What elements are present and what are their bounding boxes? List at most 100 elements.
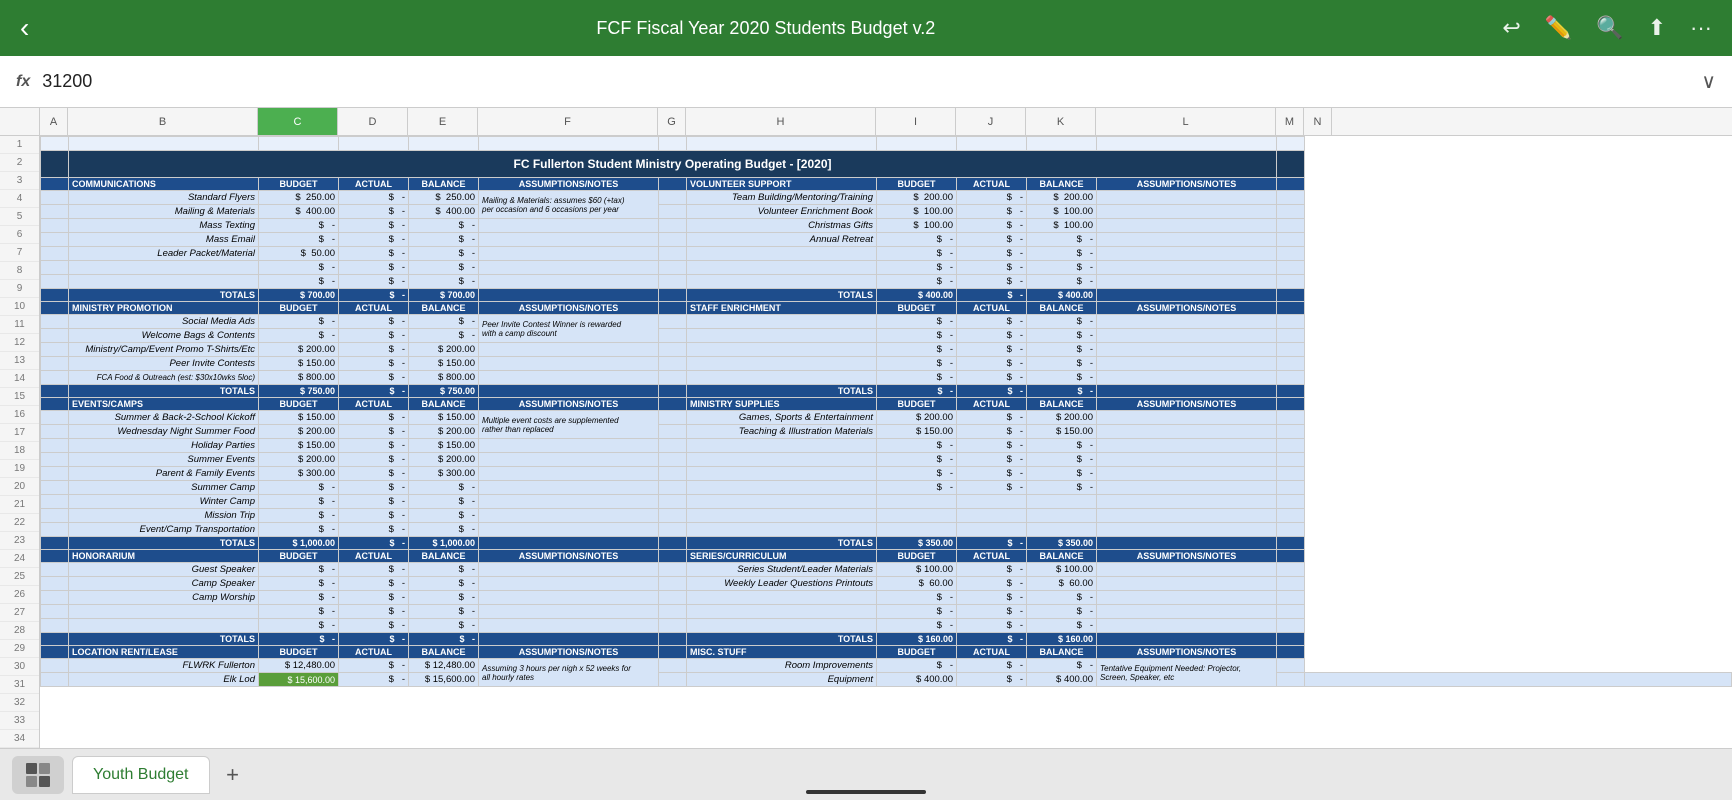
col-header-g[interactable]: G xyxy=(658,108,686,135)
row-num-13: 13 xyxy=(0,352,39,370)
formula-bar: fx 31200 ∨ xyxy=(0,56,1732,108)
comm-total-budget: $ 700.00 xyxy=(259,289,339,302)
row-num-4: 4 xyxy=(0,190,39,208)
vol-item-3: Christmas Gifts xyxy=(687,219,877,233)
row-num-30: 30 xyxy=(0,658,39,676)
row-12: MINISTRY PROMOTION BUDGET ACTUAL BALANCE… xyxy=(41,302,1732,315)
row-num-8: 8 xyxy=(0,262,39,280)
minsup-header: MINISTRY SUPPLIES xyxy=(687,398,877,411)
row-num-12: 12 xyxy=(0,334,39,352)
row-37: LOCATION RENT/LEASE BUDGET ACTUAL BALANC… xyxy=(41,646,1732,659)
row-30: HONORARIUM BUDGET ACTUAL BALANCE ASSUMPT… xyxy=(41,550,1732,563)
comm-total-balance: $ 700.00 xyxy=(409,289,479,302)
col-header-i[interactable]: I xyxy=(876,108,956,135)
col-header-d[interactable]: D xyxy=(338,108,408,135)
col-header-c[interactable]: C xyxy=(258,108,338,135)
add-sheet-button[interactable]: + xyxy=(214,756,252,794)
row-num-26: 26 xyxy=(0,586,39,604)
comm-item-2: Mailing & Materials xyxy=(69,205,259,219)
back-button[interactable]: ‹ xyxy=(20,12,29,44)
col-header-b[interactable]: B xyxy=(68,108,258,135)
row-21: Wednesday Night Summer Food $ 200.00 $ -… xyxy=(41,425,1732,439)
youth-budget-tab[interactable]: Youth Budget xyxy=(72,756,210,794)
sheets-overview-icon[interactable] xyxy=(12,756,64,794)
row-32: Camp Speaker $ - $ - $ - Weekly Leader Q… xyxy=(41,577,1732,591)
row-num-11: 11 xyxy=(0,316,39,334)
formula-chevron-icon[interactable]: ∨ xyxy=(1701,69,1716,94)
row-31: Guest Speaker $ - $ - $ - Series Student… xyxy=(41,563,1732,577)
row-num-19: 19 xyxy=(0,460,39,478)
row-num-16: 16 xyxy=(0,406,39,424)
row-22: Holiday Parties $ 150.00 $ - $ 150.00 $ … xyxy=(41,439,1732,453)
vol-total-balance: $ 400.00 xyxy=(1027,289,1097,302)
row-23: Summer Events $ 200.00 $ - $ 200.00 $ - … xyxy=(41,453,1732,467)
search-icon[interactable]: 🔍 xyxy=(1596,15,1623,41)
comm-total-actual: $ - xyxy=(339,289,409,302)
row-num-3: 3 xyxy=(0,172,39,190)
col-header-k[interactable]: K xyxy=(1026,108,1096,135)
column-headers: A B C D E F G H I J K L M N xyxy=(0,108,1732,136)
top-bar-right: ↩ ✏️ 🔍 ⬆ ··· xyxy=(1502,15,1712,41)
row-num-9: 9 xyxy=(0,280,39,298)
fx-label: fx xyxy=(16,73,30,91)
vol-actual-header: ACTUAL xyxy=(957,178,1027,191)
comm-totals-label: TOTALS xyxy=(69,289,259,302)
vol-balance-header: BALANCE xyxy=(1027,178,1097,191)
sheet-content[interactable]: FC Fullerton Student Ministry Operating … xyxy=(40,136,1732,748)
vol-total-actual: $ - xyxy=(957,289,1027,302)
row-num-17: 17 xyxy=(0,424,39,442)
row-num-2: 2 xyxy=(0,154,39,172)
row-numbers: 1 2 3 4 5 6 7 8 9 10 11 12 13 14 15 16 1… xyxy=(0,136,40,748)
formula-value[interactable]: 31200 xyxy=(42,71,1689,92)
row-10: $ - $ - $ - $ - $ - $ - xyxy=(41,275,1732,289)
undo-icon[interactable]: ↩ xyxy=(1502,15,1520,41)
draw-icon[interactable]: ✏️ xyxy=(1545,15,1572,41)
row-num-34: 34 xyxy=(0,730,39,748)
col-header-j[interactable]: J xyxy=(956,108,1026,135)
row-num-1: 1 xyxy=(0,136,39,154)
col-header-h[interactable]: H xyxy=(686,108,876,135)
row-18: TOTALS $ 750.00 $ - $ 750.00 TOTALS $ - … xyxy=(41,385,1732,398)
row-38: FLWRK Fullerton $ 12,480.00 $ - $ 12,480… xyxy=(41,659,1732,673)
comm-budget-header: BUDGET xyxy=(259,178,339,191)
row-num-25: 25 xyxy=(0,568,39,586)
vol-header: VOLUNTEER SUPPORT xyxy=(687,178,877,191)
col-header-e[interactable]: E xyxy=(408,108,478,135)
row-num-31: 31 xyxy=(0,676,39,694)
row-1 xyxy=(41,137,1732,151)
row-num-15: 15 xyxy=(0,388,39,406)
budget-table: FC Fullerton Student Ministry Operating … xyxy=(40,136,1732,687)
misc-header: MISC. STUFF xyxy=(687,646,877,659)
comm-actual-header: ACTUAL xyxy=(339,178,409,191)
row-27: Mission Trip $ - $ - $ - xyxy=(41,509,1732,523)
col-header-m[interactable]: M xyxy=(1276,108,1304,135)
row-num-10: 10 xyxy=(0,298,39,316)
minprom-header: MINISTRY PROMOTION xyxy=(69,302,259,315)
col-header-n[interactable]: N xyxy=(1304,108,1332,135)
row-num-24: 24 xyxy=(0,550,39,568)
row-13: Social Media Ads $ - $ - $ - Peer Invite… xyxy=(41,315,1732,329)
col-header-l[interactable]: L xyxy=(1096,108,1276,135)
honorarium-header: HONORARIUM xyxy=(69,550,259,563)
row-num-33: 33 xyxy=(0,712,39,730)
vol-item-2: Volunteer Enrichment Book xyxy=(687,205,877,219)
row-33: Camp Worship $ - $ - $ - $ - $ - $ - xyxy=(41,591,1732,605)
row-num-6: 6 xyxy=(0,226,39,244)
share-icon[interactable]: ⬆ xyxy=(1648,15,1666,41)
row-9: $ - $ - $ - $ - $ - $ - xyxy=(41,261,1732,275)
row-7: Mass Email $ - $ - $ - Annual Retreat $ … xyxy=(41,233,1732,247)
comm-item-1: Standard Flyers xyxy=(69,191,259,205)
row-24: Parent & Family Events $ 300.00 $ - $ 30… xyxy=(41,467,1732,481)
row-14: Welcome Bags & Contents $ - $ - $ - $ - … xyxy=(41,329,1732,343)
vol-item-1: Team Building/Mentoring/Training xyxy=(687,191,877,205)
col-header-f[interactable]: F xyxy=(478,108,658,135)
comm-item-4: Mass Email xyxy=(69,233,259,247)
comm-item-5: Leader Packet/Material xyxy=(69,247,259,261)
row-num-23: 23 xyxy=(0,532,39,550)
col-header-a[interactable]: A xyxy=(40,108,68,135)
more-icon[interactable]: ··· xyxy=(1690,15,1712,41)
vol-total-budget: $ 400.00 xyxy=(877,289,957,302)
row-num-21: 21 xyxy=(0,496,39,514)
row-17: FCA Food & Outreach (est: $30x10wks 5loc… xyxy=(41,371,1732,385)
vol-item-4: Annual Retreat xyxy=(687,233,877,247)
